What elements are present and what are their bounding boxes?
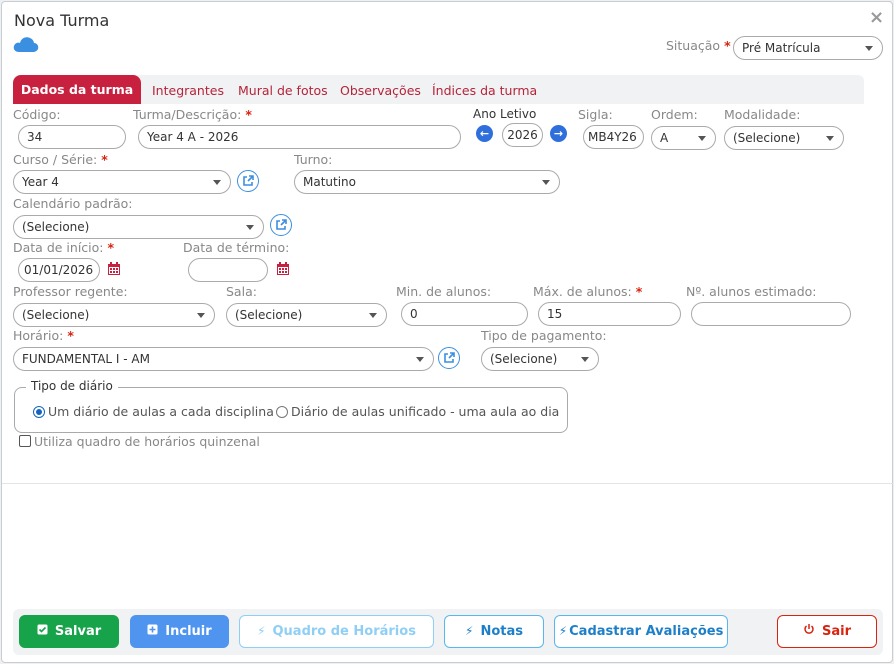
quadro-horarios-button[interactable]: ⚡ Quadro de Horários <box>239 615 434 648</box>
quinzenal-label[interactable]: Utiliza quadro de horários quinzenal <box>34 434 260 449</box>
check-icon <box>37 616 48 647</box>
tab-dados-da-turma[interactable]: Dados da turma <box>13 75 141 104</box>
calendar-icon[interactable] <box>107 261 121 275</box>
arrow-left-icon[interactable]: ← <box>476 125 493 142</box>
turma-label: Turma/Descrição: * <box>133 107 252 122</box>
calendario-select[interactable]: (Selecione) <box>13 215 264 239</box>
professor-select[interactable]: (Selecione) <box>13 303 215 327</box>
sigla-input[interactable]: MB4Y26 <box>583 125 644 149</box>
modalidade-label: Modalidade: <box>724 107 801 122</box>
notas-button[interactable]: ⚡ Notas <box>444 615 544 648</box>
sigla-label: Sigla: <box>578 107 613 122</box>
max-alunos-label-text: Máx. de alunos: <box>533 284 632 299</box>
situacao-label-text: Situação <box>666 38 721 53</box>
ano-letivo-label: Ano Letivo <box>473 107 537 121</box>
tab-indices-da-turma[interactable]: Índices da turma <box>432 83 537 98</box>
max-alunos-input[interactable]: 15 <box>538 302 681 326</box>
curso-label-text: Curso / Série: <box>13 152 98 167</box>
bolt-icon: ⚡ <box>465 624 474 638</box>
option-diario-unificado[interactable]: Diário de aulas unificado - uma aula ao … <box>291 404 559 419</box>
incluir-button[interactable]: Incluir <box>130 615 229 648</box>
external-link-icon[interactable] <box>270 214 292 236</box>
nova-turma-dialog: Nova Turma × Situação * Pré Matrícula Da… <box>1 1 894 663</box>
arrow-right-icon[interactable]: → <box>550 125 567 142</box>
cloud-icon[interactable] <box>13 35 39 57</box>
data-inicio-label-text: Data de início: <box>13 240 104 255</box>
required-marker: * <box>724 38 731 53</box>
min-alunos-input[interactable]: 0 <box>401 302 528 326</box>
data-inicio-input[interactable]: 01/01/2026 <box>18 258 100 282</box>
sair-label: Sair <box>821 624 851 639</box>
tipo-pagamento-label: Tipo de pagamento: <box>481 328 607 343</box>
notas-label: Notas <box>480 624 523 639</box>
codigo-input[interactable]: 34 <box>18 125 126 149</box>
salvar-label: Salvar <box>54 624 102 639</box>
professor-label: Professor regente: <box>13 284 128 299</box>
divider <box>2 483 894 484</box>
power-icon <box>803 616 815 647</box>
required-marker: * <box>107 240 115 255</box>
bolt-icon: ⚡ <box>257 624 266 638</box>
external-link-icon[interactable] <box>438 347 460 369</box>
ano-letivo-input[interactable]: 2026 <box>502 123 543 147</box>
tab-bar: Dados da turma Integrantes Mural de foto… <box>13 75 864 104</box>
n-alunos-estimado-input[interactable] <box>691 302 851 326</box>
sair-button[interactable]: Sair <box>777 615 877 648</box>
curso-select[interactable]: Year 4 <box>13 170 231 194</box>
n-alunos-estimado-label: Nº. alunos estimado: <box>686 284 817 299</box>
modalidade-select[interactable]: (Selecione) <box>724 126 844 150</box>
radio-diario-por-disciplina[interactable] <box>33 406 45 418</box>
situacao-select[interactable]: Pré Matrícula <box>733 36 883 60</box>
calendar-icon[interactable] <box>276 261 290 275</box>
max-alunos-label: Máx. de alunos: * <box>533 284 642 299</box>
ordem-label: Ordem: <box>651 107 698 122</box>
sala-select[interactable]: (Selecione) <box>226 303 387 327</box>
tab-mural-de-fotos[interactable]: Mural de fotos <box>238 83 328 98</box>
salvar-button[interactable]: Salvar <box>19 615 119 648</box>
dialog-title: Nova Turma <box>14 11 110 30</box>
data-termino-input[interactable] <box>188 258 268 282</box>
turma-descricao-input[interactable]: Year 4 A - 2026 <box>138 125 461 149</box>
required-marker: * <box>101 152 108 167</box>
quadro-horarios-label: Quadro de Horários <box>272 624 416 639</box>
tipo-diario-legend: Tipo de diário <box>26 379 118 393</box>
data-termino-label: Data de término: <box>183 240 290 255</box>
required-marker: * <box>635 284 643 299</box>
codigo-label: Código: <box>13 107 61 122</box>
turma-label-text: Turma/Descrição: <box>133 107 242 122</box>
quinzenal-checkbox[interactable] <box>19 435 31 447</box>
turno-label: Turno: <box>294 152 333 167</box>
sala-label: Sala: <box>226 284 257 299</box>
tab-integrantes[interactable]: Integrantes <box>152 83 224 98</box>
radio-diario-unificado[interactable] <box>276 406 288 418</box>
incluir-label: Incluir <box>165 624 212 639</box>
external-link-icon[interactable] <box>237 170 259 192</box>
option-diario-por-disciplina[interactable]: Um diário de aulas a cada disciplina <box>48 404 274 419</box>
required-marker: * <box>245 107 252 122</box>
ordem-select[interactable]: A <box>651 126 716 150</box>
close-icon[interactable]: × <box>869 7 884 28</box>
curso-label: Curso / Série: * <box>13 152 108 167</box>
bolt-icon: ⚡ <box>558 624 568 638</box>
required-marker: * <box>67 328 74 343</box>
data-inicio-label: Data de início: * <box>13 240 114 255</box>
horario-label: Horário: * <box>13 328 74 343</box>
situacao-label: Situação * <box>666 38 731 53</box>
turno-select[interactable]: Matutino <box>294 170 560 194</box>
tab-observacoes[interactable]: Observações <box>340 83 421 98</box>
min-alunos-label: Min. de alunos: <box>396 284 492 299</box>
cadastrar-avaliacoes-label: Cadastrar Avaliações <box>569 624 724 639</box>
cadastrar-avaliacoes-button[interactable]: ⚡ Cadastrar Avaliações <box>554 615 728 648</box>
horario-label-text: Horário: <box>13 328 64 343</box>
calendario-label: Calendário padrão: <box>13 196 133 211</box>
tipo-pagamento-select[interactable]: (Selecione) <box>481 347 599 371</box>
plus-icon <box>147 616 158 647</box>
horario-select[interactable]: FUNDAMENTAL I - AM <box>13 347 434 371</box>
